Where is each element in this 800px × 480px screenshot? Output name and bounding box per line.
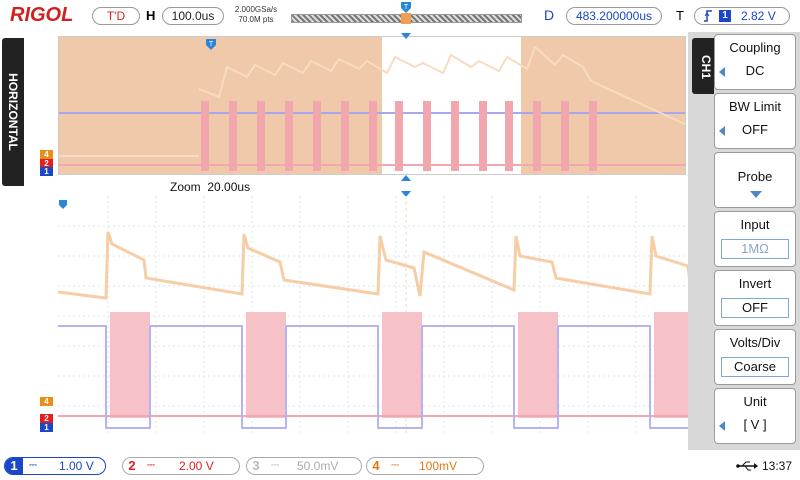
overview-trigger-pos-bottom-icon <box>401 175 411 181</box>
overview-ch4-flat <box>59 155 199 157</box>
dc-coupling-icon: ⎓ <box>29 460 37 471</box>
trigger-label: T <box>676 8 684 23</box>
menu-input-title: Input <box>740 217 770 232</box>
memory-depth: 70.0M pts <box>238 15 274 24</box>
channel-1-pill[interactable]: 1 ⎓ 1.00 V <box>4 457 106 475</box>
delay-pill[interactable]: 483.200000us <box>566 7 662 25</box>
zoom-ch4-trace <box>57 231 694 301</box>
svg-text:T: T <box>404 4 409 11</box>
channel-2-number: 2 <box>128 458 136 473</box>
dc-coupling-icon: ⎓ <box>147 460 155 471</box>
zoom-ch2-marker[interactable]: 2 <box>40 414 53 423</box>
menu-invert-title: Invert <box>738 276 772 291</box>
sample-info: 2.000GSa/s 70.0M pts <box>228 5 284 25</box>
menu-coupling[interactable]: Coupling DC <box>714 34 796 90</box>
clock-time: 13:37 <box>762 459 793 473</box>
menu-unit-title: Unit <box>743 394 767 409</box>
dc-coupling-icon: ⎓ <box>391 460 399 471</box>
zoom-waveform <box>57 196 708 436</box>
trigger-level: 2.82 V <box>741 9 776 23</box>
menu-volts-div-title: Volts/Div <box>729 335 781 350</box>
zoom-trigger-marker-icon <box>59 200 67 209</box>
channel-1-scale: 1.00 V <box>59 459 94 473</box>
horizontal-tab[interactable]: HORIZONTAL <box>2 38 24 186</box>
menu-volts-div[interactable]: Volts/Div Coarse <box>714 329 796 385</box>
ch1-menu-tab[interactable]: CH1 <box>692 38 714 94</box>
menu-coupling-title: Coupling <box>729 40 781 55</box>
menu-volts-div-value: Coarse <box>721 357 789 377</box>
menu-input[interactable]: Input 1MΩ <box>714 211 796 267</box>
delay-label: D <box>544 7 555 23</box>
overview-waveform-area[interactable]: T <box>58 36 686 175</box>
top-status-bar: RIGOL T'D H 100.0us 2.000GSa/s 70.0M pts… <box>0 0 800 32</box>
delay-value: 483.200000us <box>575 9 653 23</box>
menu-bw-limit-value: OFF <box>742 122 768 137</box>
trigger-status-badge[interactable]: T'D <box>92 7 140 25</box>
menu-bw-limit-title: BW Limit <box>729 99 781 114</box>
zoom-timebase: 20.00us <box>207 180 251 194</box>
zoom-label: Zoom 20.00us <box>170 180 250 194</box>
zoom-ch4-marker[interactable]: 4 <box>40 397 53 406</box>
channel-4-pill[interactable]: 4 ⎓ 100mV <box>366 457 484 475</box>
overview-ch1-marker[interactable]: 1 <box>40 167 53 176</box>
trigger-position-marker-icon: T <box>401 2 411 13</box>
menu-coupling-value: DC <box>745 63 765 78</box>
channel-2-scale: 2.00 V <box>179 459 214 473</box>
ch1-tab-label: CH1 <box>699 54 714 80</box>
zoom-label-text: Zoom <box>170 180 201 194</box>
channel-3-scale: 50.0mV <box>297 459 339 473</box>
svg-text:T: T <box>209 41 214 48</box>
channel-1-number: 1 <box>5 458 23 474</box>
menu-unit[interactable]: Unit [ V ] <box>714 388 796 444</box>
menu-bw-limit[interactable]: BW Limit OFF <box>714 93 796 149</box>
zoom-waveform-area[interactable] <box>57 196 708 436</box>
horizontal-label: H <box>146 8 156 23</box>
zoom-ch2-bursts <box>110 312 694 418</box>
timebase-value: 100.0us <box>171 9 215 23</box>
horizontal-tab-label: HORIZONTAL <box>6 73 21 151</box>
side-menu-panel: Coupling DC BW Limit OFF Probe Input 1MΩ… <box>688 32 800 450</box>
trigger-pill[interactable]: 1 2.82 V <box>694 7 790 25</box>
menu-input-value: 1MΩ <box>721 239 789 259</box>
probe-chevron-down-icon <box>750 191 762 198</box>
menu-unit-value: [ V ] <box>743 417 767 432</box>
overview-trigger-pos-icon <box>401 33 411 39</box>
menu-probe-title: Probe <box>737 169 773 184</box>
channel-3-number: 3 <box>252 458 260 473</box>
timebase-pill[interactable]: 100.0us <box>162 7 224 25</box>
menu-probe[interactable]: Probe <box>714 152 796 208</box>
usb-icon <box>736 461 758 471</box>
menu-invert-value: OFF <box>721 298 789 318</box>
overview-waveform: T <box>59 37 685 174</box>
channel-2-pill[interactable]: 2 ⎓ 2.00 V <box>122 457 240 475</box>
channel-3-pill[interactable]: 3 ⎓ 50.0mV <box>246 457 362 475</box>
overview-bursts <box>201 101 597 171</box>
sample-rate: 2.000GSa/s <box>234 5 278 14</box>
rising-edge-icon <box>704 10 712 22</box>
channel-4-scale: 100mV <box>419 459 458 473</box>
overview-out-of-zoom-left <box>59 37 382 174</box>
trigger-status-text: T'D <box>106 9 126 23</box>
zoom-ch1-marker[interactable]: 1 <box>40 423 53 432</box>
dc-coupling-icon: ⎓ <box>271 460 279 471</box>
memory-view-window <box>401 13 411 24</box>
channel-4-number: 4 <box>372 458 380 473</box>
overview-ch4-marker[interactable]: 4 <box>40 150 53 159</box>
trigger-source-badge: 1 <box>719 10 731 22</box>
menu-invert[interactable]: Invert OFF <box>714 270 796 326</box>
brand-logo: RIGOL <box>10 4 74 26</box>
